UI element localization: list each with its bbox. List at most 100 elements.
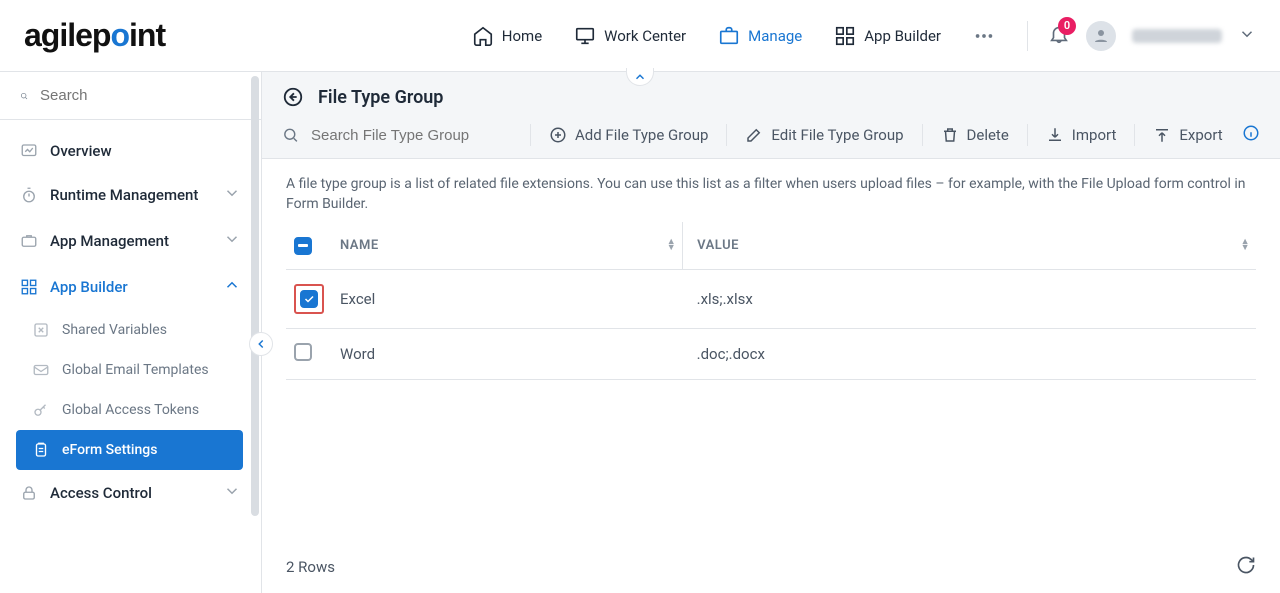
header-value[interactable]: VALUE ▲▼ [683, 222, 1256, 269]
sidebar-item-eform-settings[interactable]: eForm Settings [16, 430, 243, 470]
header-name-label: NAME [340, 238, 379, 253]
nav-more[interactable] [973, 25, 995, 47]
check-icon [303, 293, 315, 305]
chevron-down-icon [1238, 25, 1256, 43]
chart-icon [20, 142, 38, 160]
sidebar-collapse-toggle[interactable] [249, 332, 273, 356]
sort-icon: ▲▼ [667, 239, 676, 251]
briefcase-icon [20, 232, 38, 250]
header-right-group: 0 [1027, 21, 1256, 51]
edit-label: Edit File Type Group [771, 126, 903, 144]
import-label: Import [1072, 126, 1117, 144]
lock-icon [20, 484, 38, 502]
avatar[interactable] [1086, 21, 1116, 51]
mail-icon [32, 361, 50, 379]
import-button[interactable]: Import [1046, 126, 1117, 144]
info-button[interactable] [1242, 124, 1260, 146]
back-button[interactable] [282, 86, 304, 108]
sidebar-item-access-tokens[interactable]: Global Access Tokens [16, 390, 261, 430]
grid-icon [20, 278, 38, 296]
grid-icon [834, 25, 856, 47]
user-icon [1092, 27, 1110, 45]
chevron-up-icon [223, 276, 241, 298]
chevron-down-icon [223, 184, 241, 206]
search-icon [282, 126, 299, 144]
sidebar-search-input[interactable] [38, 86, 241, 105]
toolbar-divider [530, 124, 531, 146]
add-label: Add File Type Group [575, 126, 708, 144]
edit-button[interactable]: Edit File Type Group [745, 126, 903, 144]
toolbar-search[interactable] [282, 126, 512, 145]
sidebar-item-shared-variables[interactable]: Shared Variables [16, 310, 261, 350]
plus-circle-icon [549, 126, 567, 144]
page-title-row: File Type Group [262, 72, 1280, 116]
sort-icon: ▲▼ [1241, 239, 1250, 251]
refresh-icon [1236, 555, 1256, 575]
nav-manage[interactable]: Manage [718, 25, 802, 47]
username-label [1132, 29, 1222, 43]
top-header: agilepoint Home Work Center Manage App B… [0, 0, 1280, 72]
sidebar-item-runtime-management[interactable]: Runtime Management [0, 172, 261, 218]
page-description: A file type group is a list of related f… [262, 159, 1280, 222]
sidebar-item-access-control[interactable]: Access Control [0, 470, 261, 516]
sidebar-subgroup-app-builder: Shared Variables Global Email Templates … [0, 310, 261, 470]
cell-value: .doc;.docx [683, 328, 1256, 379]
toolbar: Add File Type Group Edit File Type Group… [262, 116, 1280, 158]
notification-count-badge: 0 [1058, 17, 1076, 35]
nav-manage-label: Manage [748, 27, 802, 45]
main-content: File Type Group Add File Type Group Edit… [262, 72, 1280, 593]
chevron-down-icon [223, 230, 241, 252]
more-icon [973, 25, 995, 47]
refresh-button[interactable] [1236, 555, 1256, 579]
brand-logo: agilepoint [24, 17, 165, 54]
row-checkbox[interactable] [300, 290, 318, 308]
upload-icon [1153, 126, 1171, 144]
sidebar-item-app-management[interactable]: App Management [0, 218, 261, 264]
nav-work-center[interactable]: Work Center [574, 25, 686, 47]
export-label: Export [1179, 126, 1222, 144]
toolbar-divider [922, 124, 923, 146]
export-button[interactable]: Export [1153, 126, 1222, 144]
sidebar-search[interactable] [0, 72, 261, 120]
nav-app-builder-label: App Builder [864, 27, 941, 45]
sidebar: Overview Runtime Management App Manageme… [0, 72, 262, 593]
add-button[interactable]: Add File Type Group [549, 126, 708, 144]
table-container: NAME ▲▼ VALUE ▲▼ [262, 222, 1280, 593]
sidebar-scrollbar[interactable] [251, 76, 259, 516]
sidebar-access-control-label: Access Control [50, 484, 152, 502]
sidebar-item-email-templates[interactable]: Global Email Templates [16, 350, 261, 390]
sidebar-item-overview[interactable]: Overview [0, 130, 261, 172]
trash-icon [941, 126, 959, 144]
table-row[interactable]: Excel .xls;.xlsx [286, 269, 1256, 328]
sidebar-item-app-builder[interactable]: App Builder [0, 264, 261, 310]
select-all-checkbox[interactable] [294, 237, 312, 255]
sidebar-eform-label: eForm Settings [62, 442, 157, 458]
cell-value: .xls;.xlsx [683, 269, 1256, 328]
cell-name: Word [332, 328, 683, 379]
download-icon [1046, 126, 1064, 144]
annotation-highlight [294, 284, 324, 314]
page-title: File Type Group [318, 87, 443, 108]
nav-app-builder[interactable]: App Builder [834, 25, 941, 47]
file-type-table: NAME ▲▼ VALUE ▲▼ [286, 222, 1256, 380]
sidebar-tokens-label: Global Access Tokens [62, 402, 199, 418]
body-layout: Overview Runtime Management App Manageme… [0, 72, 1280, 593]
header-name[interactable]: NAME ▲▼ [332, 222, 683, 269]
nav-home[interactable]: Home [472, 25, 542, 47]
row-checkbox[interactable] [294, 343, 312, 361]
notifications-button[interactable]: 0 [1048, 23, 1070, 49]
header-select-all[interactable] [286, 222, 332, 269]
nav-home-label: Home [502, 27, 542, 45]
chevron-down-icon [223, 482, 241, 504]
monitor-icon [574, 25, 596, 47]
page-header: File Type Group Add File Type Group Edit… [262, 72, 1280, 159]
user-menu-toggle[interactable] [1238, 25, 1256, 47]
delete-button[interactable]: Delete [941, 126, 1009, 144]
toolbar-search-input[interactable] [309, 126, 512, 145]
table-row[interactable]: Word .doc;.docx [286, 328, 1256, 379]
sidebar-overview-label: Overview [50, 142, 112, 160]
variable-icon [32, 321, 50, 339]
sidebar-shared-vars-label: Shared Variables [62, 322, 167, 338]
chevron-up-icon [633, 70, 647, 84]
toolbar-divider [1027, 124, 1028, 146]
